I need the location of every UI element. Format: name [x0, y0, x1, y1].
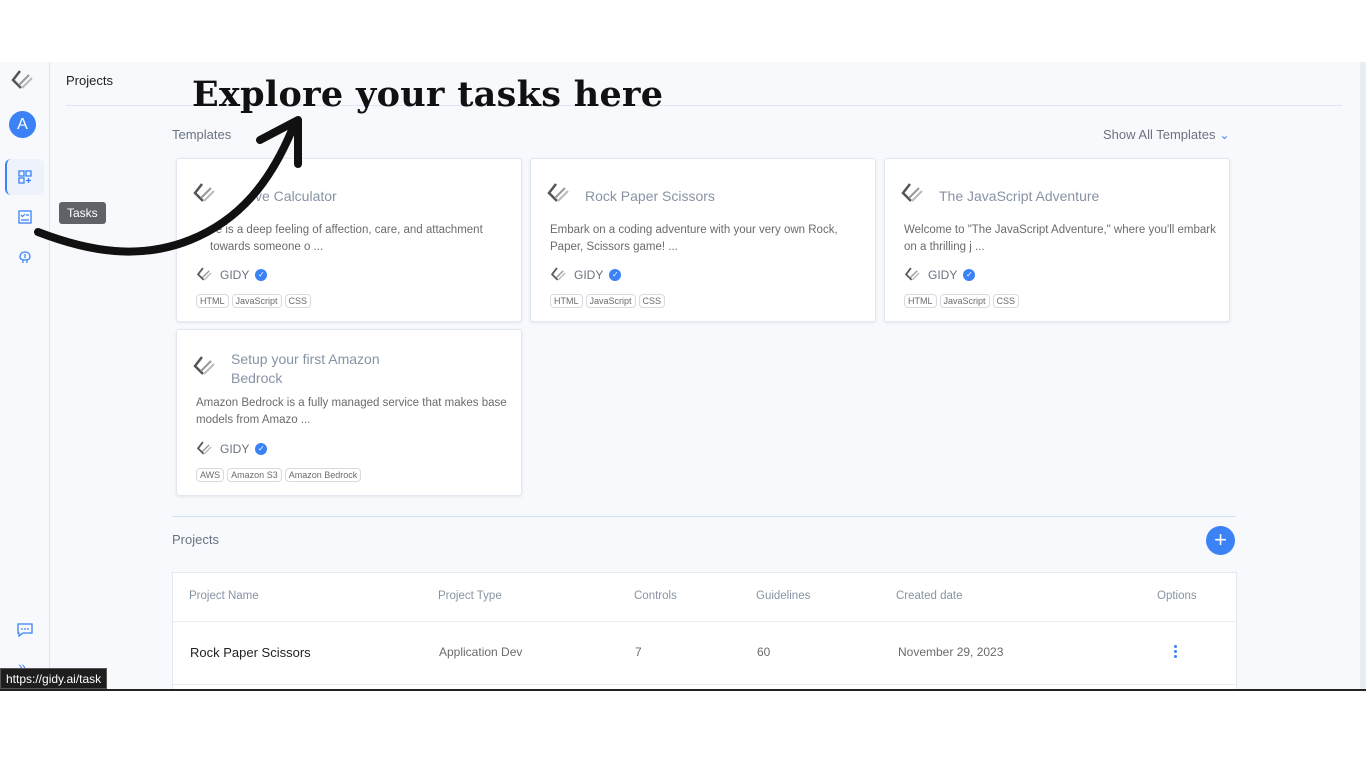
- annotation-arrow-icon: [34, 116, 302, 256]
- template-description: Amazon Bedrock is a fully managed servic…: [196, 397, 507, 426]
- link-status-url: https://gidy.ai/task: [0, 668, 108, 689]
- tag: HTML: [904, 294, 937, 308]
- gidy-logo-icon: [547, 183, 569, 202]
- scrollbar[interactable]: [1360, 62, 1366, 690]
- template-tags: AWS Amazon S3 Amazon Bedrock: [196, 468, 362, 482]
- add-project-button[interactable]: +: [1206, 526, 1235, 555]
- tag: CSS: [284, 294, 312, 308]
- gidy-logo-icon[interactable]: [10, 68, 36, 94]
- divider: [173, 621, 1236, 622]
- controls-cell: 7: [635, 645, 642, 659]
- chat-icon[interactable]: [16, 622, 34, 638]
- guidelines-cell: 60: [757, 645, 771, 659]
- gidy-logo-icon: [193, 356, 215, 375]
- template-author: GIDY ✓: [550, 266, 622, 284]
- author-name: GIDY: [928, 268, 958, 282]
- template-title: Setup your first Amazon Bedrock: [231, 351, 380, 386]
- show-all-label: Show All Templates: [1103, 127, 1216, 142]
- divider: [173, 684, 1236, 685]
- template-title: Rock Paper Scissors: [585, 188, 715, 204]
- template-description: Welcome to "The JavaScript Adventure," w…: [904, 224, 1216, 253]
- tag: CSS: [638, 294, 666, 308]
- tag: Amazon S3: [227, 468, 282, 482]
- tag: CSS: [992, 294, 1020, 308]
- tag: HTML: [196, 294, 229, 308]
- app-frame: A » Tasks Projects Templates Show All Te…: [0, 62, 1366, 690]
- template-card-amazon-bedrock[interactable]: Setup your first Amazon Bedrock Amazon B…: [176, 329, 522, 496]
- template-card-javascript-adventure[interactable]: The JavaScript Adventure Welcome to "The…: [884, 158, 1230, 322]
- page-title: Projects: [66, 73, 113, 88]
- projects-heading: Projects: [172, 532, 219, 547]
- chevron-down-icon: ⌄: [1219, 128, 1230, 142]
- more-options-icon[interactable]: [1174, 645, 1178, 660]
- annotation-text: Explore your tasks here: [192, 74, 664, 115]
- gidy-logo-icon: [904, 267, 920, 281]
- tag: JavaScript: [585, 294, 636, 308]
- template-tags: HTML JavaScript CSS: [550, 294, 666, 308]
- template-title: The JavaScript Adventure: [939, 188, 1100, 204]
- projects-table: Project Name Project Type Controls Guide…: [172, 572, 1237, 690]
- column-header-guidelines[interactable]: Guidelines: [756, 590, 810, 602]
- tag: JavaScript: [231, 294, 282, 308]
- column-header-controls[interactable]: Controls: [634, 590, 677, 602]
- column-header-created[interactable]: Created date: [896, 590, 963, 602]
- template-card-rock-paper-scissors[interactable]: Rock Paper Scissors Embark on a coding a…: [530, 158, 876, 322]
- tag: AWS: [196, 468, 225, 482]
- tag: JavaScript: [939, 294, 990, 308]
- template-description: Embark on a coding adventure with your v…: [550, 224, 838, 253]
- column-header-options: Options: [1157, 590, 1197, 602]
- column-header-type[interactable]: Project Type: [438, 590, 502, 602]
- show-all-templates-button[interactable]: Show All Templates ⌄: [1103, 127, 1230, 142]
- template-author: GIDY ✓: [196, 440, 268, 458]
- verified-icon: ✓: [609, 269, 622, 281]
- created-date-cell: November 29, 2023: [898, 645, 1004, 659]
- verified-icon: ✓: [963, 269, 976, 281]
- author-name: GIDY: [220, 442, 250, 456]
- author-name: GIDY: [574, 268, 604, 282]
- template-tags: HTML JavaScript CSS: [196, 294, 312, 308]
- bottom-border: [0, 689, 1366, 691]
- project-name-cell[interactable]: Rock Paper Scissors: [190, 645, 311, 660]
- gidy-logo-icon: [196, 441, 212, 455]
- tag: Amazon Bedrock: [284, 468, 362, 482]
- project-type-cell: Application Dev: [439, 645, 523, 659]
- column-header-name[interactable]: Project Name: [189, 590, 259, 602]
- gidy-logo-icon: [901, 183, 923, 202]
- tag: HTML: [550, 294, 583, 308]
- template-author: GIDY ✓: [904, 266, 976, 284]
- gidy-logo-icon: [550, 267, 566, 281]
- section-divider: [172, 516, 1236, 517]
- verified-icon: ✓: [255, 443, 268, 455]
- template-tags: HTML JavaScript CSS: [904, 294, 1020, 308]
